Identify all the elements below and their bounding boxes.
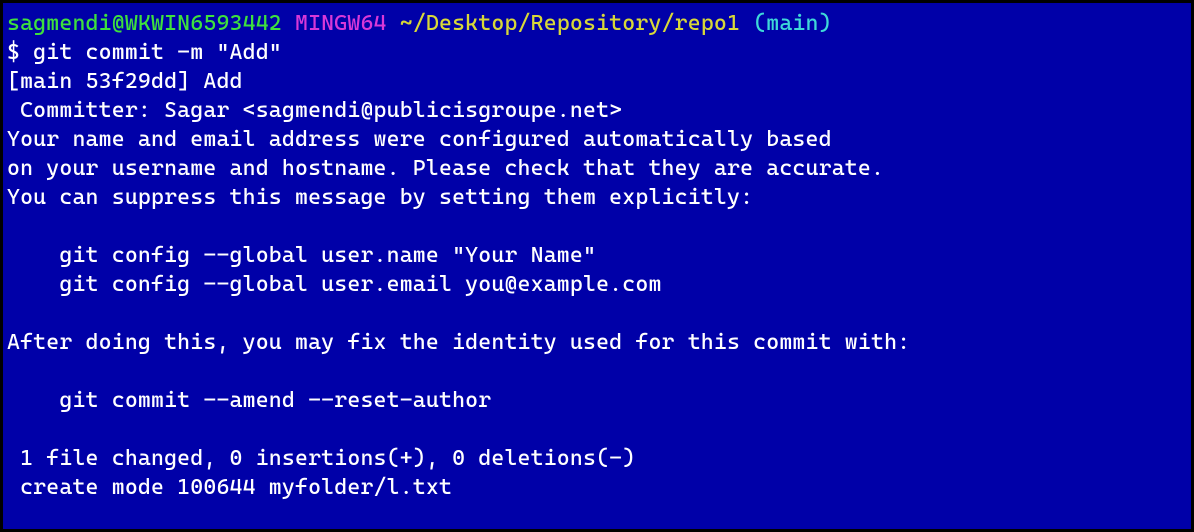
output-line: After doing this, you may fix the identi… (7, 330, 910, 355)
output-line: Committer: Sagar <sagmendi@publicisgroup… (7, 98, 622, 123)
command-line: $ git commit -m "Add" (7, 40, 282, 65)
output-line: Your name and email address were configu… (7, 127, 832, 152)
prompt-branch: (main) (753, 11, 832, 36)
output-line: git config --global user.name "Your Name… (7, 243, 596, 268)
output-line: git config --global user.email you@examp… (7, 272, 662, 297)
prompt-mingw: MINGW64 (295, 11, 387, 36)
output-line: 1 file changed, 0 insertions(+), 0 delet… (7, 446, 635, 471)
prompt-user-host: sagmendi@WKWIN6593442 (7, 11, 282, 36)
prompt-path: ~/Desktop/Repository/repo1 (400, 11, 740, 36)
output-line: on your username and hostname. Please ch… (7, 156, 884, 181)
terminal-window[interactable]: sagmendi@WKWIN6593442 MINGW64 ~/Desktop/… (3, 3, 1191, 529)
output-line: You can suppress this message by setting… (7, 185, 753, 210)
output-line: [main 53f29dd] Add (7, 69, 243, 94)
output-line: create mode 100644 myfolder/l.txt (7, 475, 452, 500)
output-line: git commit --amend --reset-author (7, 388, 491, 413)
